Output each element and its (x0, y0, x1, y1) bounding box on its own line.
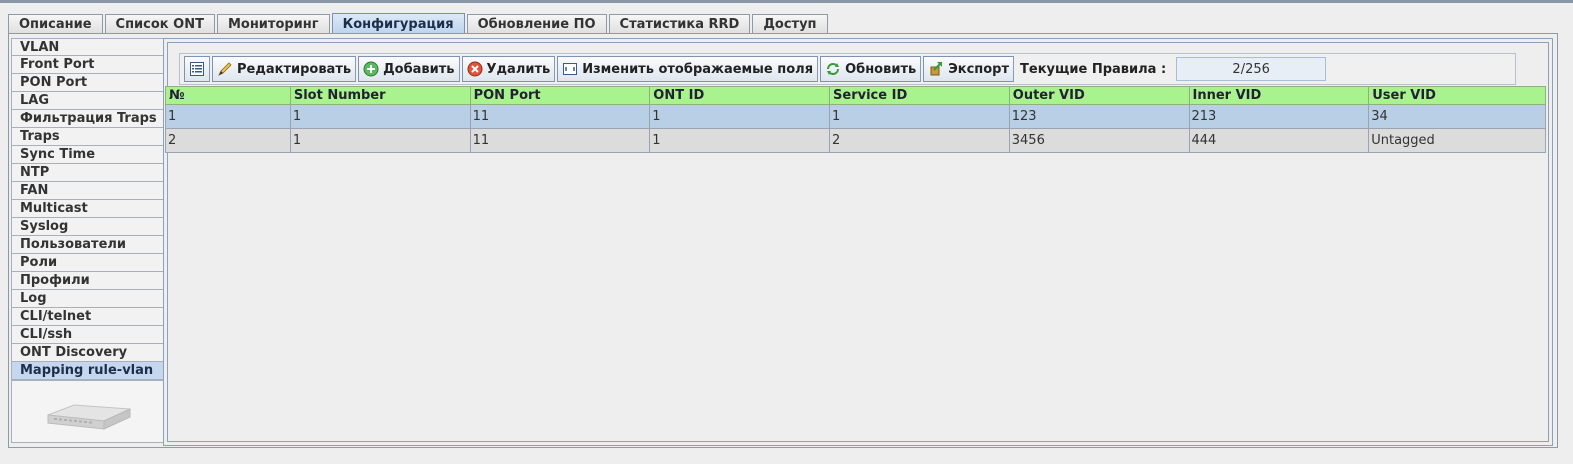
list-view-button[interactable] (184, 56, 210, 82)
column-header-number[interactable]: № (166, 87, 291, 104)
mapping-rules-table: № Slot Number PON Port ONT ID Service ID… (165, 86, 1546, 153)
side-tab-sync-time[interactable]: Sync Time (11, 146, 163, 164)
table-cell: 11 (471, 105, 651, 128)
olt-device-icon (47, 404, 131, 430)
add-button-label: Добавить (383, 61, 455, 77)
table-cell: 2 (166, 129, 291, 152)
current-rules-value: 2/256 (1176, 57, 1327, 81)
column-header-ont-id[interactable]: ONT ID (650, 87, 831, 104)
table-cell: Untagged (1371, 133, 1435, 148)
export-button[interactable]: Экспорт (923, 56, 1015, 82)
side-tab-ont-discovery[interactable]: ONT Discovery (11, 344, 163, 362)
refresh-button[interactable]: Обновить (820, 56, 922, 82)
column-header-user-vid[interactable]: User VID (1369, 87, 1545, 104)
side-tab-list: VLAN Front Port PON Port LAG Фильтрация … (11, 38, 163, 380)
export-button-label: Экспорт (948, 61, 1010, 77)
side-tab-log[interactable]: Log (11, 290, 163, 308)
top-tab-bar: Описание Список ONT Мониторинг Конфигура… (8, 13, 830, 34)
tab-ont-list[interactable]: Список ONT (104, 14, 215, 34)
tab-description[interactable]: Описание (8, 14, 103, 34)
side-tab-ntp[interactable]: NTP (11, 164, 163, 182)
table-cell: 444 (1190, 129, 1370, 152)
change-fields-button[interactable]: Изменить отображаемые поля (557, 56, 819, 82)
table-cell: 2 (830, 129, 1010, 152)
table-cell: 3456 (1010, 129, 1190, 152)
delete-button[interactable]: Удалить (461, 56, 556, 82)
side-tab-traps-filter[interactable]: Фильтрация Traps (11, 110, 163, 128)
table-cell: 213 (1190, 105, 1370, 128)
tab-monitoring[interactable]: Мониторинг (216, 14, 330, 34)
list-icon (189, 61, 205, 77)
table-cell: 1 (291, 105, 471, 128)
column-header-pon-port[interactable]: PON Port (471, 87, 651, 104)
side-tab-multicast[interactable]: Multicast (11, 200, 163, 218)
device-image-area (11, 380, 163, 443)
table-cell: 123 (1010, 105, 1190, 128)
edit-button[interactable]: Редактировать (212, 56, 357, 82)
table-cell: 1 (650, 129, 831, 152)
tab-firmware-update[interactable]: Обновление ПО (466, 14, 607, 34)
column-header-slot-number[interactable]: Slot Number (291, 87, 471, 104)
side-tab-lag[interactable]: LAG (11, 92, 163, 110)
table-cell: 11 (471, 129, 651, 152)
side-tab-mapping-rule-vlan[interactable]: Mapping rule-vlan (11, 362, 163, 380)
side-tab-front-port[interactable]: Front Port (11, 56, 163, 74)
table-cell: 1 (291, 129, 471, 152)
toolbar: Редактировать Добавить Удалить Изменить … (179, 53, 1516, 85)
table-cell: 1 (830, 105, 1010, 128)
table-row[interactable]: 1 1 11 1 1 123 213 34 (165, 105, 1546, 129)
add-button[interactable]: Добавить (358, 56, 460, 82)
export-icon (928, 61, 944, 77)
column-header-service-id[interactable]: Service ID (830, 87, 1010, 104)
table-cell: 1 (166, 105, 291, 128)
side-tab-vlan[interactable]: VLAN (11, 38, 163, 56)
current-rules-label: Текущие Правила : (1020, 61, 1167, 77)
table-row[interactable]: 2 1 11 1 2 3456 444 Untagged (165, 129, 1546, 153)
table-cell: 1 (650, 105, 831, 128)
column-header-outer-vid[interactable]: Outer VID (1010, 87, 1190, 104)
side-tab-users[interactable]: Пользователи (11, 236, 163, 254)
table-header: № Slot Number PON Port ONT ID Service ID… (165, 86, 1546, 105)
pencil-icon (217, 61, 233, 77)
side-tab-roles[interactable]: Роли (11, 254, 163, 272)
edit-button-label: Редактировать (237, 61, 352, 77)
side-tab-pon-port[interactable]: PON Port (11, 74, 163, 92)
side-tab-profiles[interactable]: Профили (11, 272, 163, 290)
refresh-icon (825, 61, 841, 77)
delete-circle-icon (467, 61, 483, 77)
columns-icon (562, 61, 578, 77)
tab-rrd-statistics[interactable]: Статистика RRD (608, 14, 751, 34)
side-tab-cli-telnet[interactable]: CLI/telnet (11, 308, 163, 326)
column-header-inner-vid[interactable]: Inner VID (1190, 87, 1370, 104)
side-tab-syslog[interactable]: Syslog (11, 218, 163, 236)
plus-circle-icon (363, 61, 379, 77)
side-tab-fan[interactable]: FAN (11, 182, 163, 200)
tab-access[interactable]: Доступ (752, 14, 828, 34)
tab-configuration[interactable]: Конфигурация (331, 13, 465, 34)
window-top-border (0, 0, 1573, 3)
refresh-button-label: Обновить (845, 61, 917, 77)
side-tab-traps[interactable]: Traps (11, 128, 163, 146)
table-cell: 34 (1371, 109, 1388, 124)
change-fields-button-label: Изменить отображаемые поля (582, 61, 814, 77)
side-tab-cli-ssh[interactable]: CLI/ssh (11, 326, 163, 344)
delete-button-label: Удалить (486, 61, 551, 77)
